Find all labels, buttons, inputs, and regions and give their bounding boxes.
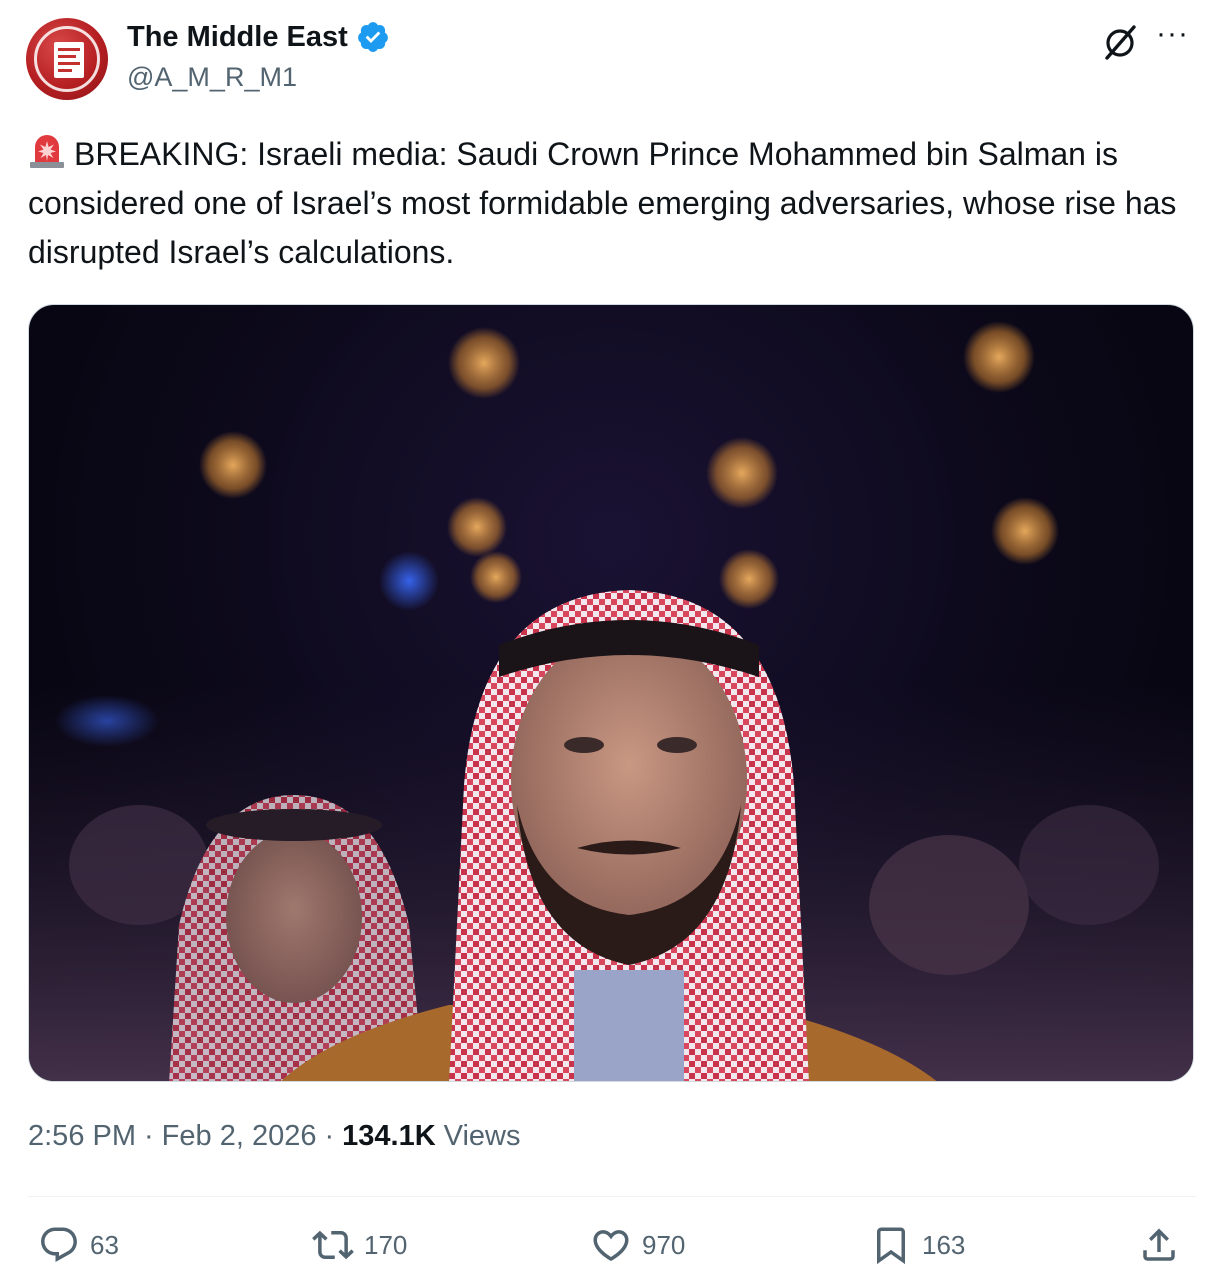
share-button[interactable] (1138, 1224, 1190, 1266)
views-label: Views (443, 1120, 521, 1152)
more-icon[interactable]: ··· (1156, 19, 1196, 54)
views-count: 134.1K (342, 1120, 436, 1152)
like-button[interactable]: 970 (590, 1224, 685, 1266)
divider (28, 1196, 1196, 1197)
grok-icon[interactable] (1100, 22, 1140, 62)
share-icon (1143, 1228, 1175, 1261)
author-handle[interactable]: @A_M_R_M1 (127, 62, 297, 93)
tweet-meta: 2:56 PM · Feb 2, 2026 · 134.1K Views (28, 1120, 521, 1153)
tweet-date[interactable]: Feb 2, 2026 (162, 1120, 317, 1153)
bookmark-button[interactable]: 163 (870, 1224, 965, 1266)
like-count: 970 (642, 1229, 686, 1260)
heart-icon (593, 1230, 629, 1262)
reply-button[interactable]: 63 (38, 1224, 119, 1266)
repost-icon (312, 1230, 354, 1260)
tweet-text-container: BREAKING: Israeli media: Saudi Crown Pri… (28, 130, 1188, 277)
tweet-media-image[interactable] (28, 304, 1194, 1082)
tweet-time[interactable]: 2:56 PM (28, 1120, 136, 1153)
repost-button[interactable]: 170 (312, 1224, 407, 1266)
tweet-text: BREAKING: Israeli media: Saudi Crown Pri… (28, 136, 1177, 270)
reply-count: 63 (90, 1229, 119, 1260)
author-display-name[interactable]: The Middle East (127, 21, 348, 54)
avatar[interactable] (26, 18, 108, 100)
photo-illustration (29, 321, 1193, 1081)
newspaper-logo (54, 42, 84, 78)
repost-count: 170 (364, 1229, 408, 1260)
reply-icon (41, 1227, 77, 1262)
bookmark-icon (877, 1227, 905, 1265)
verified-badge-icon (357, 22, 388, 52)
police-car-light-icon (30, 135, 64, 168)
author-name-row[interactable]: The Middle East (127, 20, 390, 54)
bookmark-count: 163 (922, 1229, 966, 1260)
